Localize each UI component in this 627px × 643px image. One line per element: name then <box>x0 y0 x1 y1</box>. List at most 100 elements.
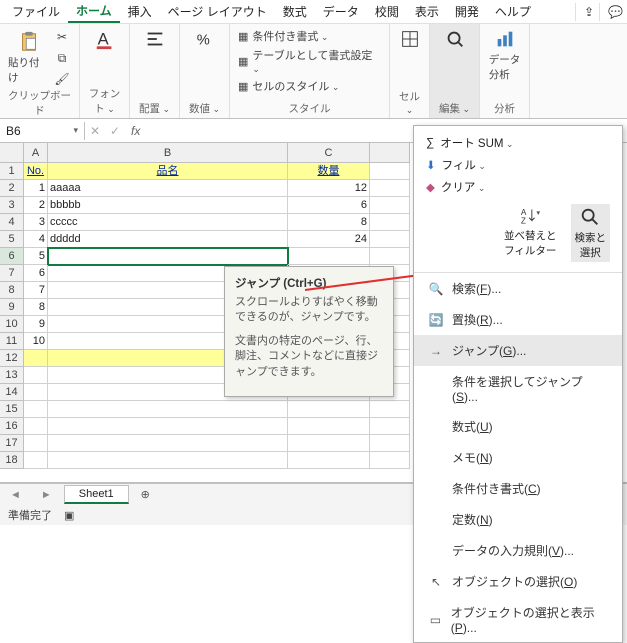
cell[interactable]: bbbbb <box>48 197 288 214</box>
row-header[interactable]: 8 <box>0 282 24 299</box>
row-header[interactable]: 10 <box>0 316 24 333</box>
conditional-formatting-button[interactable]: ▦条件付き書式 <box>238 28 381 44</box>
row-header[interactable]: 2 <box>0 180 24 197</box>
format-as-table-button[interactable]: ▦テーブルとして書式設定 <box>238 47 381 75</box>
sheet-tab[interactable]: Sheet1 <box>64 485 129 504</box>
menu-help[interactable]: ヘルプ <box>487 1 539 22</box>
cell[interactable] <box>24 384 48 401</box>
row-header[interactable]: 1 <box>0 163 24 180</box>
editing-button[interactable] <box>444 28 466 50</box>
cell[interactable] <box>24 452 48 469</box>
cell[interactable] <box>288 452 370 469</box>
cell[interactable] <box>24 367 48 384</box>
cell[interactable] <box>48 248 288 265</box>
clear-button[interactable]: ◆クリア <box>422 176 614 198</box>
sort-filter-button[interactable]: AZ 並べ替えと フィルター <box>504 204 557 262</box>
cancel-edit-icon[interactable]: ✕ <box>85 124 105 138</box>
confirm-edit-icon[interactable]: ✓ <box>105 124 125 138</box>
cell[interactable] <box>370 180 410 197</box>
menu-find[interactable]: 🔍検索(F)... <box>414 273 622 304</box>
group-label-align[interactable]: 配置 <box>139 101 170 116</box>
paste-button[interactable]: 貼り付け <box>8 31 49 85</box>
cell[interactable] <box>48 418 288 435</box>
group-label-cells[interactable]: セル <box>398 89 421 116</box>
cell-styles-button[interactable]: ▦セルのスタイル <box>238 78 381 94</box>
cell[interactable] <box>288 248 370 265</box>
cell[interactable] <box>24 435 48 452</box>
cell[interactable]: 24 <box>288 231 370 248</box>
menu-insert[interactable]: 挿入 <box>120 1 160 22</box>
cell[interactable]: 12 <box>288 180 370 197</box>
align-button[interactable] <box>144 28 166 50</box>
row-header[interactable]: 15 <box>0 401 24 418</box>
menu-replace[interactable]: 🔄置換(R)... <box>414 304 622 335</box>
cell[interactable] <box>288 401 370 418</box>
cell[interactable] <box>48 452 288 469</box>
fill-button[interactable]: ⬇フィル <box>422 154 614 176</box>
cell[interactable]: 1 <box>24 180 48 197</box>
menu-selection-pane[interactable]: ▭オブジェクトの選択と表示(P)... <box>414 597 622 642</box>
row-header[interactable]: 3 <box>0 197 24 214</box>
menu-formulas[interactable]: 数式 <box>275 1 315 22</box>
select-all-corner[interactable] <box>0 143 24 163</box>
cell[interactable] <box>288 418 370 435</box>
menu-validation[interactable]: データの入力規則(V)... <box>414 535 622 566</box>
macro-record-icon[interactable]: ▣ <box>64 509 74 522</box>
find-select-button[interactable]: 検索と 選択 <box>571 204 611 262</box>
cell[interactable] <box>370 214 410 231</box>
row-header[interactable]: 11 <box>0 333 24 350</box>
cell[interactable] <box>370 248 410 265</box>
menu-data[interactable]: データ <box>315 1 367 22</box>
menu-goto-special[interactable]: 条件を選択してジャンプ(S)... <box>414 366 622 411</box>
add-sheet-button[interactable]: ⊕ <box>131 488 160 501</box>
cell[interactable] <box>24 401 48 418</box>
cell[interactable]: ccccc <box>48 214 288 231</box>
col-header-b[interactable]: B <box>48 143 288 163</box>
cell[interactable]: 8 <box>288 214 370 231</box>
cell[interactable] <box>370 197 410 214</box>
cell[interactable] <box>24 350 48 367</box>
menu-cond-format[interactable]: 条件付き書式(C) <box>414 473 622 504</box>
col-header-d[interactable] <box>370 143 410 163</box>
cell[interactable] <box>24 418 48 435</box>
col-header-a[interactable]: A <box>24 143 48 163</box>
cell[interactable]: 9 <box>24 316 48 333</box>
menu-constants[interactable]: 定数(N) <box>414 504 622 535</box>
group-label-number[interactable]: 数値 <box>189 101 220 116</box>
cut-icon[interactable]: ✂ <box>53 28 71 46</box>
menu-review[interactable]: 校閲 <box>367 1 407 22</box>
font-button[interactable]: A <box>94 28 116 50</box>
autosum-button[interactable]: ∑オート SUM <box>422 132 614 154</box>
cell[interactable]: 8 <box>24 299 48 316</box>
tab-nav-next[interactable]: ► <box>31 489 62 501</box>
menu-file[interactable]: ファイル <box>4 1 68 22</box>
name-box[interactable]: B6▾ <box>0 122 85 140</box>
row-header[interactable]: 6 <box>0 248 24 265</box>
cell[interactable] <box>370 231 410 248</box>
cell[interactable]: 5 <box>24 248 48 265</box>
cell[interactable]: 4 <box>24 231 48 248</box>
row-header[interactable]: 7 <box>0 265 24 282</box>
cell[interactable] <box>370 163 410 180</box>
menu-goto[interactable]: →ジャンプ(G)... <box>414 335 622 366</box>
tab-nav-prev[interactable]: ◄ <box>0 489 31 501</box>
format-painter-icon[interactable]: 🖌 <box>53 70 71 88</box>
menu-view[interactable]: 表示 <box>407 1 447 22</box>
copy-icon[interactable]: ⧉ <box>53 49 71 67</box>
cell[interactable]: 3 <box>24 214 48 231</box>
cell[interactable] <box>48 435 288 452</box>
cell[interactable] <box>370 452 410 469</box>
row-header[interactable]: 18 <box>0 452 24 469</box>
cell[interactable] <box>370 401 410 418</box>
cell[interactable]: No. <box>24 163 48 180</box>
cell[interactable]: 2 <box>24 197 48 214</box>
share-icon[interactable]: ⇪ <box>575 3 599 21</box>
cell[interactable]: 品名 <box>48 163 288 180</box>
row-header[interactable]: 14 <box>0 384 24 401</box>
insert-function-icon[interactable]: fx <box>125 124 146 138</box>
number-button[interactable]: % <box>194 28 216 50</box>
cell[interactable] <box>370 435 410 452</box>
menu-notes[interactable]: メモ(N) <box>414 442 622 473</box>
data-analysis-button[interactable]: データ 分析 <box>489 28 521 82</box>
cell[interactable]: 7 <box>24 282 48 299</box>
